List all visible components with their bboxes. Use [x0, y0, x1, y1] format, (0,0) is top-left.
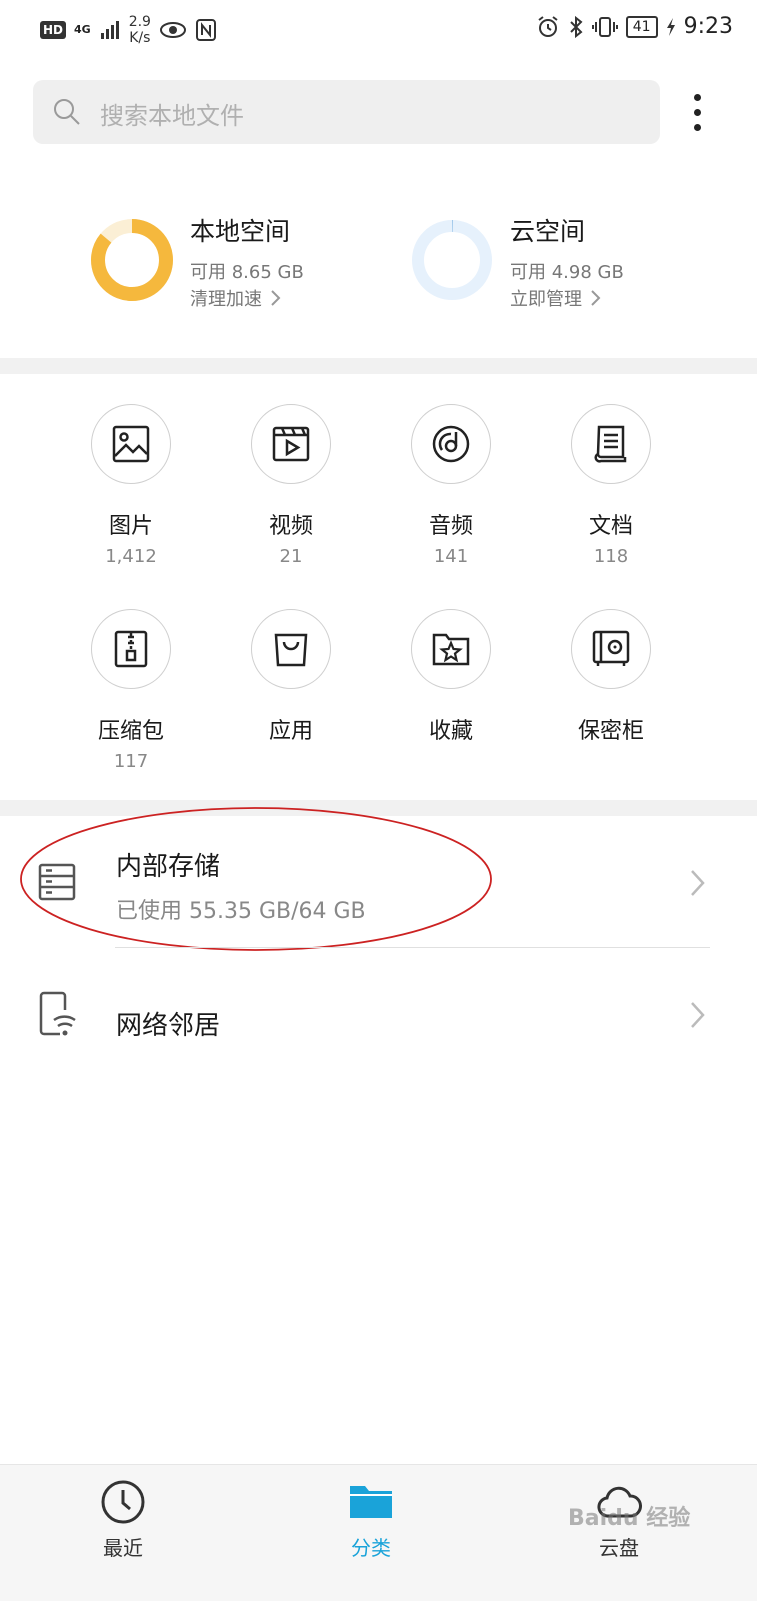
category-label: 音频	[428, 514, 473, 539]
red-circle-annotation	[20, 807, 492, 951]
chevron-right-icon	[591, 290, 601, 306]
cloud-space-title: 云空间	[510, 217, 586, 246]
eye-icon	[159, 22, 186, 38]
manage-now-link[interactable]: 立即管理	[510, 285, 602, 311]
tab-label: 云盘	[599, 1536, 639, 1560]
category-label: 应用	[268, 719, 313, 744]
speed-unit: K/s	[129, 30, 151, 46]
local-space-ring	[91, 219, 173, 301]
video-icon	[272, 426, 310, 462]
cloud-space-ring	[412, 220, 492, 300]
category-label: 压缩包	[97, 719, 164, 744]
category-label: 视频	[268, 514, 313, 539]
category-icon-wrap	[411, 609, 491, 689]
category-icon-wrap	[571, 609, 651, 689]
alarm-icon	[538, 15, 558, 37]
dot-icon	[693, 94, 701, 101]
network-speed: 2.9 K/s	[129, 14, 151, 46]
audio-icon	[432, 425, 470, 463]
phone-wifi-icon	[39, 991, 76, 1036]
category-archives[interactable]: 压缩包 117	[71, 609, 191, 772]
speed-value: 2.9	[128, 14, 151, 30]
category-count: 1,412	[105, 546, 157, 567]
category-audio[interactable]: 音频 141	[391, 404, 511, 567]
dot-icon	[693, 109, 701, 116]
category-count: 117	[113, 751, 149, 772]
category-apps[interactable]: 应用	[231, 609, 351, 745]
chevron-right-icon	[271, 290, 281, 306]
search-input[interactable]: 搜索本地文件	[100, 96, 244, 131]
status-bar: HD 4G 2.9 K/s 41 9:23	[0, 0, 757, 64]
category-videos[interactable]: 视频 21	[231, 404, 351, 567]
category-icon-wrap	[251, 404, 331, 484]
category-icon-wrap	[411, 404, 491, 484]
category-count: 118	[593, 546, 629, 567]
local-space-title: 本地空间	[190, 217, 291, 246]
app-bag-icon	[274, 633, 308, 667]
category-label: 收藏	[428, 719, 473, 744]
local-space-card[interactable]	[90, 218, 174, 302]
category-count: 141	[433, 546, 469, 567]
clock-time: 9:23	[683, 14, 733, 39]
network-neighbors-row[interactable]	[0, 950, 757, 1080]
category-label: 图片	[108, 514, 153, 539]
row-separator	[115, 947, 710, 948]
clock-icon	[101, 1480, 145, 1524]
category-icon-wrap	[91, 609, 171, 689]
category-icon-wrap	[91, 404, 171, 484]
network-neighbors-title: 网络邻居	[116, 1011, 221, 1041]
category-icon-wrap	[251, 609, 331, 689]
signal-icon	[100, 21, 119, 39]
category-icon-wrap	[571, 404, 651, 484]
chevron-right-icon	[691, 870, 705, 896]
section-divider	[0, 358, 757, 374]
document-icon	[594, 425, 627, 463]
nfc-icon	[195, 19, 216, 41]
tab-recent[interactable]: 最近	[63, 1478, 183, 1561]
local-space-available: 可用 8.65 GB	[190, 262, 304, 283]
more-options-button[interactable]	[680, 90, 714, 134]
search-icon	[54, 99, 80, 125]
clean-accelerate-label: 清理加速	[190, 289, 262, 310]
bluetooth-icon	[570, 15, 583, 38]
cloud-space-card[interactable]	[410, 218, 494, 302]
chevron-right-icon	[691, 1002, 705, 1028]
category-documents[interactable]: 文档 118	[551, 404, 671, 567]
watermark: Baidu 经验	[568, 1506, 691, 1531]
dot-icon	[693, 124, 701, 131]
status-right: 41 9:23	[536, 14, 733, 39]
folder-icon	[350, 1486, 392, 1518]
safe-icon	[592, 630, 630, 666]
charging-icon	[666, 17, 675, 36]
category-label: 保密柜	[577, 719, 644, 744]
image-icon	[112, 425, 150, 463]
network-type: 4G	[74, 23, 91, 36]
tab-label: 最近	[103, 1536, 143, 1560]
archive-icon	[114, 630, 148, 668]
cloud-space-available: 可用 4.98 GB	[510, 262, 624, 283]
hd-badge: HD	[40, 21, 67, 39]
category-label: 文档	[588, 514, 633, 539]
manage-now-label: 立即管理	[510, 289, 582, 310]
clean-accelerate-link[interactable]: 清理加速	[190, 285, 282, 311]
battery-level: 41	[625, 15, 658, 38]
tab-label: 分类	[351, 1536, 391, 1560]
tab-categories[interactable]: 分类	[311, 1478, 431, 1561]
vibrate-icon	[591, 16, 618, 37]
category-images[interactable]: 图片 1,412	[71, 404, 191, 567]
favorite-folder-icon	[432, 633, 470, 666]
category-count: 21	[279, 546, 303, 567]
category-safe[interactable]: 保密柜	[551, 609, 671, 745]
category-favorites[interactable]: 收藏	[391, 609, 511, 745]
status-left: HD 4G 2.9 K/s	[40, 14, 217, 46]
